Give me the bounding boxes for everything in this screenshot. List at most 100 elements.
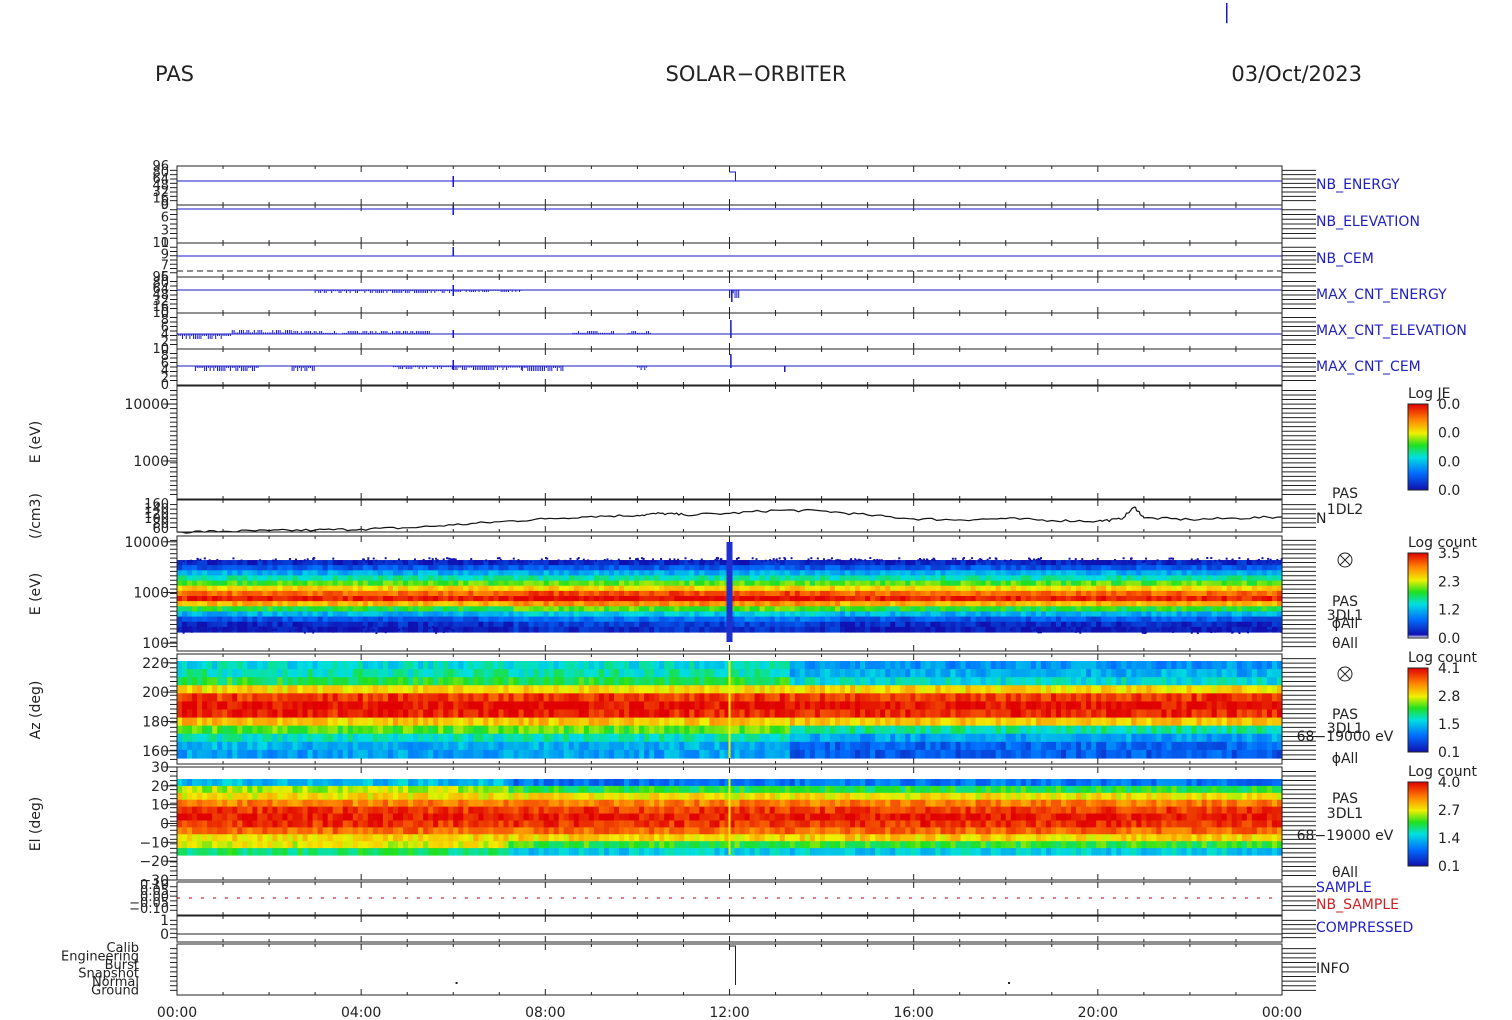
heat-cell-energy_spec	[377, 601, 384, 607]
heat-cell-energy_spec	[799, 590, 806, 597]
heat-cell-azimuth	[362, 661, 369, 670]
heat-cell-energy_spec	[362, 596, 369, 602]
heat-cell-azimuth	[503, 677, 510, 686]
heat-cell-azimuth	[644, 717, 650, 727]
heat-cell-energy_spec	[639, 616, 645, 623]
heat-cell-azimuth	[704, 741, 711, 751]
heat-cell-energy_spec	[392, 570, 399, 577]
heat-cell-energy_spec	[955, 621, 962, 628]
heat-cell-energy_spec	[1126, 621, 1132, 628]
energy-scatter-top	[545, 557, 548, 560]
heat-cell-energy_spec	[337, 606, 344, 613]
heat-cell-energy_spec	[533, 611, 540, 618]
heat-cell-energy_spec	[1020, 575, 1027, 582]
heat-cell-azimuth	[568, 693, 575, 703]
heat-cell-energy_spec	[1221, 616, 1228, 623]
heat-cell-energy_spec	[1081, 575, 1087, 582]
heat-cell-azimuth	[207, 693, 213, 703]
heat-cell-energy_spec	[1181, 611, 1188, 618]
energy-scatter-bottom	[1091, 627, 1094, 630]
heat-cell-energy_spec	[1256, 601, 1263, 607]
heat-cell-azimuth	[377, 701, 384, 711]
heat-cell-energy_spec	[845, 590, 851, 597]
heat-cell-energy_spec	[518, 565, 525, 571]
heat-cell-azimuth	[669, 717, 675, 727]
heat-cell-energy_spec	[1266, 580, 1273, 587]
heat-cell-energy_spec	[1040, 565, 1047, 571]
heat-cell-energy_spec	[588, 626, 595, 633]
heat-cell-energy_spec	[739, 570, 746, 577]
heat-cell-energy_spec	[312, 575, 319, 582]
heat-cell-azimuth	[669, 661, 675, 670]
heat-cell-azimuth	[814, 661, 821, 670]
heat-cell-azimuth	[624, 669, 630, 678]
heat-cell-energy_spec	[498, 616, 505, 623]
energy-scatter-top	[1033, 558, 1036, 561]
heat-cell-energy_spec	[860, 585, 866, 592]
heat-cell-azimuth	[769, 701, 776, 711]
heat-cell-energy_spec	[1261, 606, 1268, 613]
heat-cell-energy_spec	[915, 585, 921, 592]
energy-scatter-bottom	[216, 628, 219, 631]
heat-cell-energy_spec	[890, 590, 896, 597]
heat-cell-energy_spec	[619, 626, 625, 633]
heat-cell-azimuth	[739, 661, 746, 670]
heat-cell-energy_spec	[593, 575, 600, 582]
heat-cell-energy_spec	[418, 601, 424, 607]
heat-cell-energy_spec	[955, 565, 962, 571]
heat-cell-energy_spec	[1071, 585, 1077, 592]
heat-cell-energy_spec	[714, 570, 721, 577]
heat-cell-energy_spec	[202, 606, 208, 613]
heat-cell-energy_spec	[1091, 565, 1097, 571]
heat-cell-energy_spec	[588, 560, 595, 566]
heat-cell-azimuth	[598, 725, 605, 735]
heat-cell-energy_spec	[940, 590, 947, 597]
heat-cell-azimuth	[177, 717, 183, 727]
heat-cell-azimuth	[267, 669, 274, 678]
heat-cell-energy_spec	[624, 575, 630, 582]
heat-cell-azimuth	[563, 709, 570, 719]
heat-cell-energy_spec	[769, 585, 776, 592]
heat-cell-azimuth	[629, 733, 635, 743]
heat-cell-energy_spec	[749, 596, 756, 602]
heat-cell-azimuth	[237, 725, 243, 735]
heat-cell-azimuth	[387, 741, 394, 751]
heat-cell-energy_spec	[558, 606, 565, 613]
heat-cell-azimuth	[644, 693, 650, 703]
heat-cell-energy_spec	[1141, 616, 1147, 623]
heat-cell-energy_spec	[819, 596, 826, 602]
heat-cell-energy_spec	[1000, 626, 1007, 633]
heat-cell-energy_spec	[950, 596, 957, 602]
heat-cell-azimuth	[377, 749, 384, 759]
heat-cell-azimuth	[488, 749, 495, 759]
energy-scatter-bottom	[447, 626, 450, 629]
heat-cell-energy_spec	[297, 596, 304, 602]
heat-cell-energy_spec	[809, 621, 816, 628]
heat-cell-energy_spec	[372, 611, 379, 618]
heat-cell-azimuth	[267, 749, 274, 759]
heat-cell-energy_spec	[950, 626, 957, 633]
heat-cell-energy_spec	[593, 596, 600, 602]
heat-cell-azimuth	[398, 709, 404, 719]
heat-cell-azimuth	[453, 717, 459, 727]
heat-cell-energy_spec	[568, 601, 575, 607]
heat-cell-energy_spec	[523, 621, 530, 628]
heat-cell-azimuth	[192, 669, 198, 678]
heat-cell-energy_spec	[1181, 580, 1188, 587]
heat-cell-energy_spec	[398, 601, 404, 607]
heat-cell-energy_spec	[960, 621, 967, 628]
heat-cell-energy_spec	[1201, 590, 1208, 597]
heat-cell-energy_spec	[1116, 560, 1122, 566]
heat-cell-azimuth	[619, 677, 625, 686]
heat-cell-energy_spec	[523, 585, 530, 592]
heat-cell-energy_spec	[890, 621, 896, 628]
heat-cell-energy_spec	[1010, 575, 1017, 582]
heat-cell-energy_spec	[257, 570, 263, 577]
heat-cell-azimuth	[759, 693, 766, 703]
energy-scatter-top	[485, 559, 488, 562]
heat-cell-energy_spec	[1071, 570, 1077, 577]
heat-cell-energy_spec	[855, 570, 861, 577]
energy-scatter-top	[869, 557, 872, 560]
heat-cell-azimuth	[302, 693, 309, 703]
heat-cell-energy_spec	[222, 621, 228, 628]
